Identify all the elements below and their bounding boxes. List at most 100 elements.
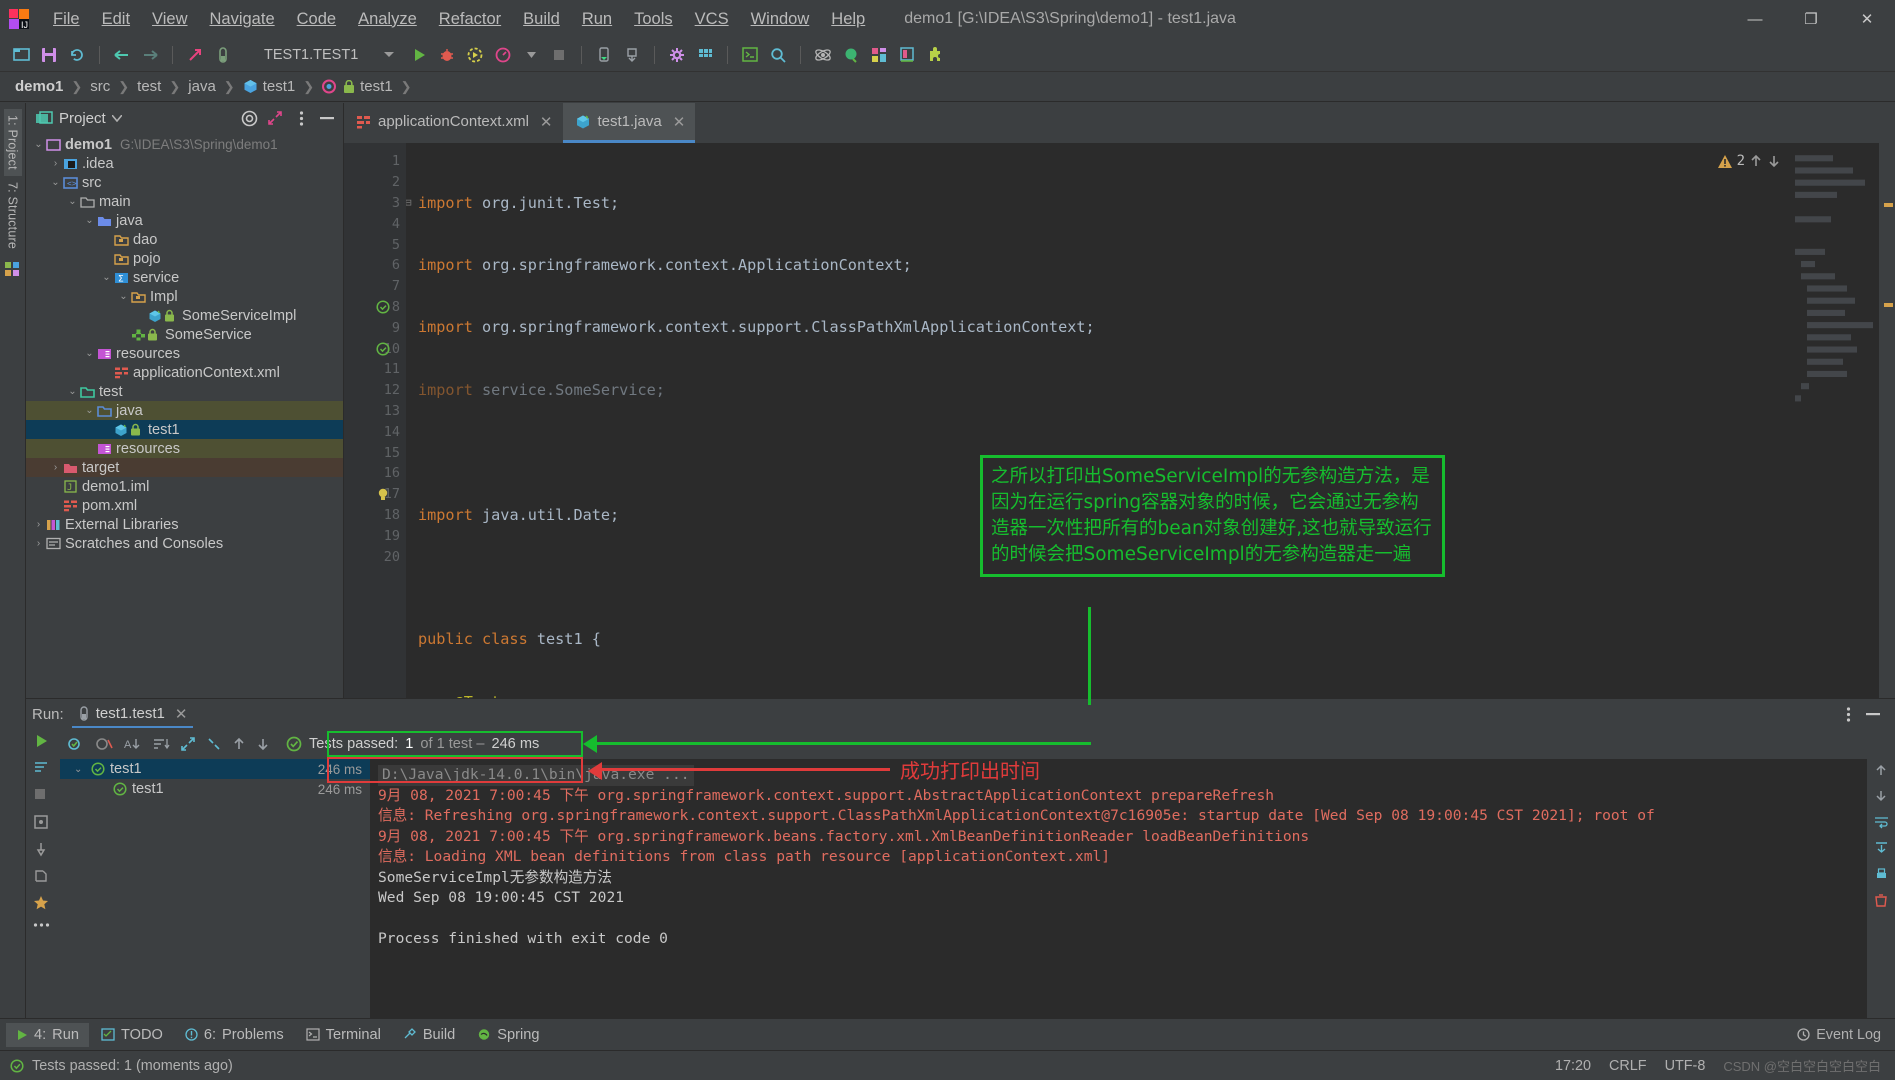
- chevron-down-icon[interactable]: ⌄: [100, 272, 113, 283]
- run-test-gutter-icon[interactable]: [376, 342, 390, 356]
- test-tree-row[interactable]: test1 246 ms: [60, 779, 370, 799]
- menu-bar[interactable]: File Edit View Navigate Code Analyze Ref…: [42, 6, 876, 33]
- scroll-down-icon[interactable]: [1874, 789, 1888, 803]
- run-tab-test1[interactable]: test1.test1 ✕: [71, 701, 194, 728]
- tree-node-impl[interactable]: ⌄ Impl: [26, 287, 343, 306]
- inspection-status[interactable]: 2: [1717, 151, 1781, 172]
- minimize-button[interactable]: —: [1727, 0, 1783, 38]
- prev-error-icon[interactable]: [1749, 154, 1763, 168]
- gutter-line-4[interactable]: 4: [344, 213, 406, 234]
- open-folder-icon[interactable]: [8, 42, 34, 68]
- forward-icon[interactable]: [137, 42, 163, 68]
- gutter-line-11[interactable]: 11: [344, 359, 406, 380]
- tree-node-someservice[interactable]: SomeService: [26, 325, 343, 344]
- status-encoding[interactable]: UTF-8: [1665, 1058, 1706, 1074]
- gutter-line-10[interactable]: 10: [344, 338, 406, 359]
- tree-node-pom-xml[interactable]: pom.xml: [26, 496, 343, 515]
- tab-applicationContext-xml[interactable]: applicationContext.xml ✕: [344, 103, 563, 143]
- stop-process-icon[interactable]: [33, 787, 53, 807]
- run-coverage-icon[interactable]: [462, 42, 488, 68]
- plugin-icon[interactable]: [922, 42, 948, 68]
- chevron-right-icon[interactable]: ›: [32, 538, 45, 549]
- terminal-icon[interactable]: [737, 42, 763, 68]
- close-button[interactable]: ✕: [1839, 0, 1895, 38]
- debug-icon[interactable]: [434, 42, 460, 68]
- next-failed-icon[interactable]: [256, 736, 270, 752]
- maximize-button[interactable]: ❐: [1783, 0, 1839, 38]
- rerun-failed-icon[interactable]: [33, 760, 53, 780]
- fold-marker[interactable]: ⊟: [406, 193, 412, 214]
- tree-node--idea[interactable]: › .idea: [26, 154, 343, 173]
- tab-close-icon[interactable]: ✕: [673, 113, 686, 131]
- menu-help[interactable]: Help: [820, 6, 876, 33]
- locate-icon[interactable]: [239, 108, 259, 128]
- sort-duration-icon[interactable]: [152, 736, 170, 752]
- export-icon[interactable]: [33, 868, 53, 888]
- menu-view[interactable]: View: [141, 6, 198, 33]
- profiler-dropdown-icon[interactable]: [518, 42, 544, 68]
- tree-node-test1[interactable]: test1: [26, 420, 343, 439]
- pin-tab-icon[interactable]: [33, 841, 53, 861]
- gutter-line-3[interactable]: 3: [344, 193, 406, 214]
- tree-node-applicationcontext-xml[interactable]: applicationContext.xml: [26, 363, 343, 382]
- tree-node-scratches-and-consoles[interactable]: › Scratches and Consoles: [26, 534, 343, 553]
- test-tree-row[interactable]: ⌄ test1 246 ms: [60, 759, 370, 779]
- scroll-up-icon[interactable]: [1874, 763, 1888, 777]
- gutter-line-19[interactable]: 19: [344, 525, 406, 546]
- database-diagram-icon[interactable]: [866, 42, 892, 68]
- chevron-right-icon[interactable]: ›: [32, 519, 45, 530]
- menu-vcs[interactable]: VCS: [684, 6, 740, 33]
- menu-build[interactable]: Build: [512, 6, 571, 33]
- hide-panel-icon[interactable]: [317, 108, 337, 128]
- options-icon[interactable]: [291, 108, 311, 128]
- menu-run[interactable]: Run: [571, 6, 623, 33]
- device-manager-icon[interactable]: [591, 42, 617, 68]
- gutter-line-9[interactable]: 9: [344, 317, 406, 338]
- tool-window-problems[interactable]: 6: Problems: [175, 1023, 294, 1047]
- gutter-line-8[interactable]: 8: [344, 297, 406, 318]
- chevron-down-icon[interactable]: ⌄: [74, 764, 86, 775]
- breadcrumb-java[interactable]: java: [185, 78, 219, 95]
- collapse-all-icon[interactable]: [206, 736, 222, 752]
- more-options-icon[interactable]: [33, 922, 53, 942]
- gutter-line-5[interactable]: 5: [344, 234, 406, 255]
- rail-structure-button[interactable]: 7: Structure: [4, 176, 22, 255]
- run-icon[interactable]: [406, 42, 432, 68]
- prev-failed-icon[interactable]: [232, 736, 246, 752]
- gutter-line-15[interactable]: 15: [344, 442, 406, 463]
- tree-node-pojo[interactable]: pojo: [26, 249, 343, 268]
- back-icon[interactable]: [109, 42, 135, 68]
- tree-node-external-libraries[interactable]: › External Libraries: [26, 515, 343, 534]
- gutter-line-16[interactable]: 16: [344, 463, 406, 484]
- tree-node-dao[interactable]: dao: [26, 230, 343, 249]
- tests-tree[interactable]: ⌄ test1 246 ms test1 246 ms: [60, 759, 370, 1018]
- tree-node-src[interactable]: ⌄ <> src: [26, 173, 343, 192]
- dump-threads-icon[interactable]: [33, 814, 53, 834]
- settings-icon[interactable]: [664, 42, 690, 68]
- tab-test1-java[interactable]: test1.java ✕: [562, 103, 696, 143]
- rerun-icon[interactable]: [33, 733, 53, 753]
- gutter-line-18[interactable]: 18: [344, 505, 406, 526]
- find-icon[interactable]: [182, 42, 208, 68]
- table-grid-icon[interactable]: [692, 42, 718, 68]
- save-all-icon[interactable]: [36, 42, 62, 68]
- sdk-download-icon[interactable]: [619, 42, 645, 68]
- tree-node-resources[interactable]: resources: [26, 439, 343, 458]
- chevron-down-icon[interactable]: ⌄: [83, 405, 96, 416]
- atom-icon[interactable]: [810, 42, 836, 68]
- gutter-line-14[interactable]: 14: [344, 421, 406, 442]
- breadcrumb-package[interactable]: test1: [240, 78, 299, 95]
- tab-close-icon[interactable]: ✕: [540, 113, 553, 131]
- tree-node-java[interactable]: ⌄ java: [26, 401, 343, 420]
- console-output[interactable]: D:\Java\jdk-14.0.1\bin\java.exe ... 9月 08…: [370, 759, 1867, 1018]
- tool-window-build[interactable]: Build: [393, 1023, 465, 1047]
- tree-node-service[interactable]: ⌄ Σservice: [26, 268, 343, 287]
- gutter-line-12[interactable]: 12: [344, 380, 406, 401]
- breadcrumb-demo1[interactable]: demo1: [12, 78, 66, 95]
- menu-navigate[interactable]: Navigate: [199, 6, 286, 33]
- sort-alpha-icon[interactable]: A: [124, 736, 142, 752]
- tree-node-main[interactable]: ⌄ main: [26, 192, 343, 211]
- menu-code[interactable]: Code: [286, 6, 347, 33]
- run-tab-close-icon[interactable]: ✕: [175, 705, 188, 723]
- gutter-line-2[interactable]: 2: [344, 172, 406, 193]
